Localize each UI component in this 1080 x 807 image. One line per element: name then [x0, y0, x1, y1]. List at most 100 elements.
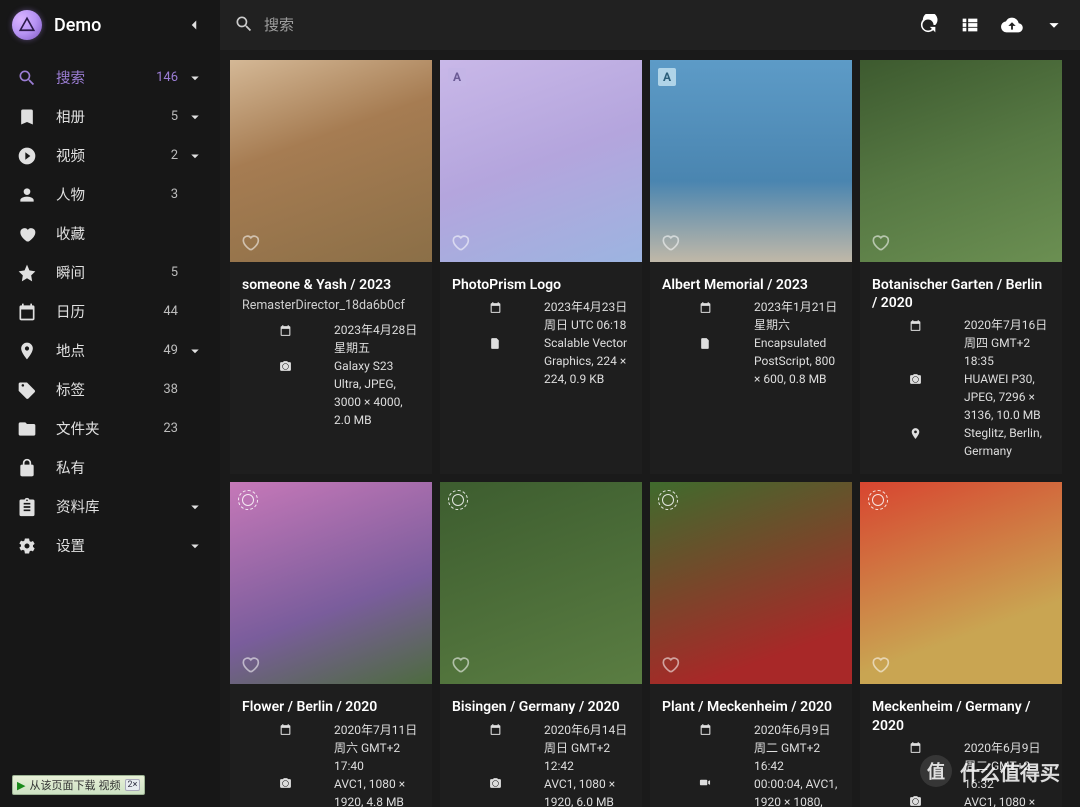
nav-label: 资料库 — [56, 496, 100, 517]
nav-item-star[interactable]: 瞬间5 — [0, 253, 220, 292]
photo-title: Albert Memorial / 2023 — [662, 276, 840, 294]
photo-card[interactable]: Flower / Berlin / 20202020年7月11日周六 GMT+2… — [230, 482, 432, 807]
nav-item-folder[interactable]: 文件夹 23 — [0, 409, 220, 448]
sidebar-collapse-button[interactable] — [180, 11, 208, 39]
favorite-icon[interactable] — [870, 232, 890, 252]
pin-icon — [16, 340, 38, 362]
nav-count: 3 — [156, 187, 178, 202]
nav-count: 146 — [156, 70, 178, 85]
caption: Plant / Meckenheim / 20202020年6月9日周二 GMT… — [650, 684, 852, 807]
thumbnail[interactable] — [440, 482, 642, 684]
download-widget[interactable]: ▶ 从该页面下载 视频 2× — [12, 775, 145, 795]
nav-count: 38 — [156, 382, 178, 397]
photo-card[interactable]: Bisingen / Germany / 20202020年6月14日周日 GM… — [440, 482, 642, 807]
calendar-icon — [662, 300, 748, 314]
sidebar-header: Demo — [0, 0, 220, 50]
thumbnail[interactable]: A — [650, 60, 852, 262]
caption: Flower / Berlin / 20202020年7月11日周六 GMT+2… — [230, 684, 432, 807]
calendar-icon — [242, 723, 328, 737]
nav-item-lock[interactable]: 私有 — [0, 448, 220, 487]
nav-item-person[interactable]: 人物 3 — [0, 175, 220, 214]
expand-icon[interactable] — [184, 537, 206, 555]
cam-icon — [242, 777, 328, 791]
photo-subtitle: RemasterDirector_18da6b0cf — [242, 298, 420, 313]
expand-icon[interactable] — [184, 147, 206, 165]
nav-label: 文件夹 — [56, 418, 100, 439]
download-widget-badge: 2× — [125, 779, 141, 791]
meta-location: Steglitz, Berlin, Germany — [872, 424, 1050, 460]
favorite-icon[interactable] — [870, 654, 890, 674]
expand-icon[interactable] — [184, 69, 206, 87]
nav-item-search[interactable]: 搜索146 — [0, 58, 220, 97]
expand-icon[interactable] — [184, 108, 206, 126]
file-icon — [662, 336, 748, 350]
nav-count: 44 — [156, 304, 178, 319]
photo-card[interactable]: Plant / Meckenheim / 20202020年6月9日周二 GMT… — [650, 482, 852, 807]
meta-camera: AVC1, 1080 × 1920, 6.0 MB — [452, 775, 630, 807]
view-list-button[interactable] — [958, 13, 982, 37]
refresh-button[interactable] — [916, 13, 940, 37]
caption: Botanischer Garten / Berlin / 20202020年7… — [860, 262, 1062, 474]
favorite-icon[interactable] — [240, 232, 260, 252]
meta-camera: Scalable Vector Graphics, 224 × 224, 0.9… — [452, 334, 630, 388]
nav-item-tag[interactable]: 标签 38 — [0, 370, 220, 409]
raw-badge — [238, 490, 258, 510]
play-circle-icon — [16, 145, 38, 167]
main-content[interactable]: someone & Yash / 2023RemasterDirector_18… — [220, 50, 1080, 807]
photo-card[interactable]: APhotoPrism Logo2023年4月23日周日 UTC 06:18Sc… — [440, 60, 642, 474]
nav-label: 人物 — [56, 184, 85, 205]
expand-more-button[interactable] — [1042, 13, 1066, 37]
person-icon — [16, 184, 38, 206]
nav-label: 设置 — [56, 535, 85, 556]
nav-label: 收藏 — [56, 223, 85, 244]
cam-icon — [872, 372, 958, 386]
expand-icon[interactable] — [184, 498, 206, 516]
photo-title: Bisingen / Germany / 2020 — [452, 698, 630, 716]
nav-item-clipboard[interactable]: 资料库 — [0, 487, 220, 526]
nav-item-play-circle[interactable]: 视频2 — [0, 136, 220, 175]
photo-card[interactable]: Meckenheim / Germany / 2020 2020年6月9日周二 G… — [860, 482, 1062, 807]
app-logo[interactable] — [12, 10, 42, 40]
thumbnail[interactable] — [860, 482, 1062, 684]
favorite-icon[interactable] — [450, 232, 470, 252]
thumbnail[interactable] — [650, 482, 852, 684]
thumbnail[interactable] — [860, 60, 1062, 262]
favorite-icon[interactable] — [450, 654, 470, 674]
photo-grid: someone & Yash / 2023RemasterDirector_18… — [230, 60, 1080, 807]
photo-card[interactable]: AAlbert Memorial / 20232023年1月21日星期六Enca… — [650, 60, 852, 474]
favorite-icon[interactable] — [240, 654, 260, 674]
thumbnail[interactable]: A — [440, 60, 642, 262]
expand-icon[interactable] — [184, 342, 206, 360]
nav-item-pin[interactable]: 地点49 — [0, 331, 220, 370]
file-icon — [452, 336, 538, 350]
photo-title: Meckenheim / Germany / 2020 — [872, 698, 1050, 734]
nav-label: 视频 — [56, 145, 85, 166]
calendar-icon — [242, 323, 328, 337]
meta-camera: AVC1, 1080 × 1920, 4.7 MB — [872, 793, 1050, 807]
thumbnail[interactable] — [230, 482, 432, 684]
nav-label: 标签 — [56, 379, 85, 400]
cam-icon — [452, 777, 538, 791]
nav-count: 23 — [156, 421, 178, 436]
gear-icon — [16, 535, 38, 557]
sidebar: Demo 搜索146 相册 5 视频2 人物 3 收藏瞬间5 日历 44 地点49 标签 38 文件夹 2… — [0, 0, 220, 807]
favorite-icon[interactable] — [660, 232, 680, 252]
nav-item-bookmark[interactable]: 相册 5 — [0, 97, 220, 136]
upload-button[interactable] — [1000, 13, 1024, 37]
nav-item-heart[interactable]: 收藏 — [0, 214, 220, 253]
type-badge: A — [658, 68, 676, 86]
thumbnail[interactable] — [230, 60, 432, 262]
meta-camera: 00:00:04, AVC1, 1920 × 1080, 6.8 MB — [662, 775, 840, 807]
favorite-icon[interactable] — [660, 654, 680, 674]
nav-count: 5 — [156, 265, 178, 280]
nav-count: 5 — [156, 109, 178, 124]
nav-item-gear[interactable]: 设置 — [0, 526, 220, 565]
nav-label: 相册 — [56, 106, 85, 127]
meta-date: 2020年6月9日周二 GMT+2 16:32 — [872, 739, 1050, 793]
raw-badge — [658, 490, 678, 510]
nav-item-calendar[interactable]: 日历 44 — [0, 292, 220, 331]
photo-card[interactable]: Botanischer Garten / Berlin / 20202020年7… — [860, 60, 1062, 474]
nav-label: 日历 — [56, 301, 85, 322]
search-input[interactable] — [264, 17, 904, 34]
photo-card[interactable]: someone & Yash / 2023RemasterDirector_18… — [230, 60, 432, 474]
